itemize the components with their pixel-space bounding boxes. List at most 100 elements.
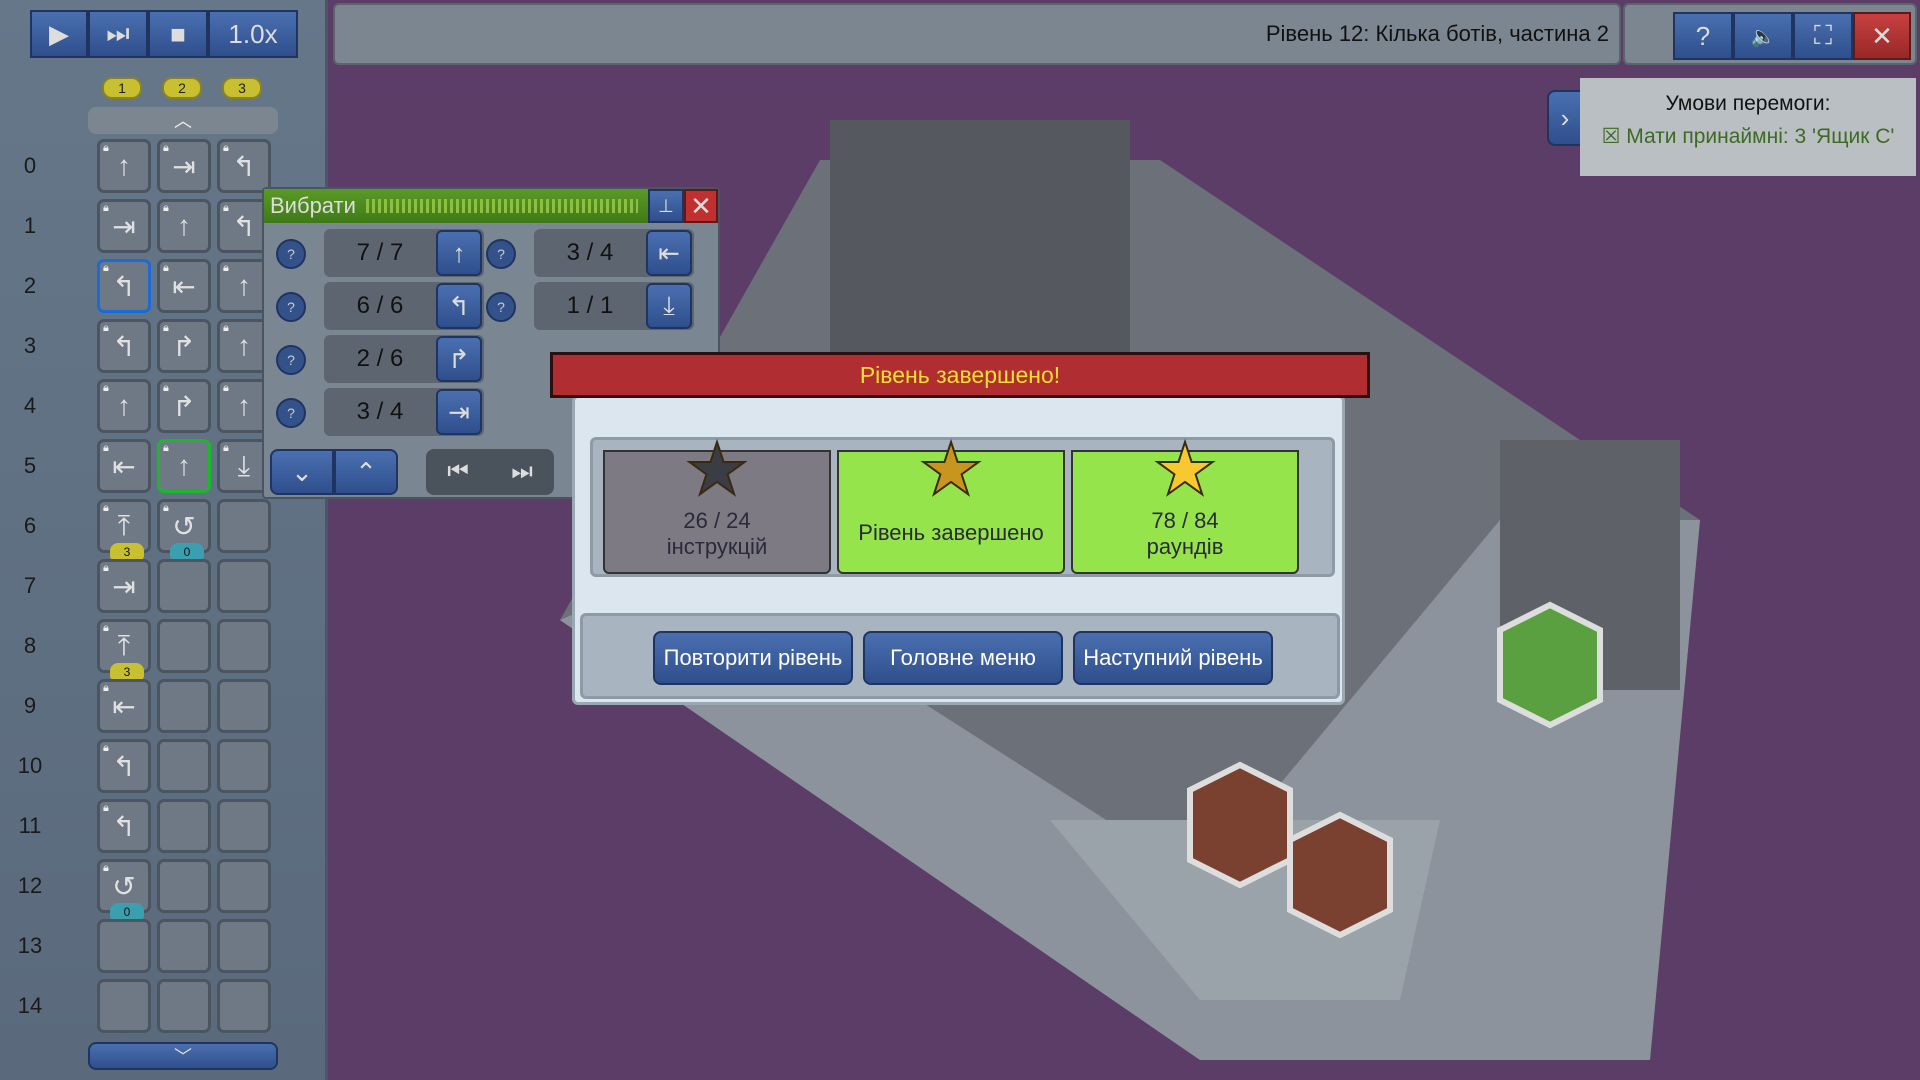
- empty-cell[interactable]: [157, 739, 211, 793]
- instruction-cell[interactable]: 🔒︎⇥: [157, 139, 211, 193]
- speed-button[interactable]: 1.0x: [208, 10, 298, 58]
- help-button[interactable]: ?: [276, 345, 306, 375]
- help-button[interactable]: ?: [276, 398, 306, 428]
- chevron-down-icon: ⌄: [291, 457, 313, 488]
- help-button[interactable]: ?: [486, 239, 516, 269]
- scroll-up-button[interactable]: ︿: [88, 107, 278, 134]
- instruction-option[interactable]: 3 / 4⇤: [534, 229, 694, 277]
- empty-cell[interactable]: [97, 919, 151, 973]
- instruction-cell[interactable]: 🔒︎↑: [157, 439, 211, 493]
- turn-right-icon[interactable]: ↱: [436, 336, 482, 382]
- drag-grip[interactable]: [366, 199, 638, 213]
- instruction-cell[interactable]: 🔒︎↰: [217, 139, 271, 193]
- instruction-cell[interactable]: 🔒︎⤒3: [97, 619, 151, 673]
- card-label: Рівень завершено: [858, 520, 1043, 546]
- fullscreen-button[interactable]: ⛶: [1793, 12, 1853, 60]
- instruction-option[interactable]: 2 / 6↱: [324, 335, 484, 383]
- retry-level-button[interactable]: Повторити рівень: [653, 631, 853, 685]
- page-up-button[interactable]: ⌃: [334, 449, 398, 495]
- instruction-cell[interactable]: 🔒︎⇤: [157, 259, 211, 313]
- turn-left-icon: ↰: [112, 330, 135, 363]
- instruction-cell[interactable]: 🔒︎⇤: [97, 439, 151, 493]
- instruction-cell[interactable]: 🔒︎↱: [157, 379, 211, 433]
- stop-button[interactable]: ■: [148, 10, 208, 58]
- help-button[interactable]: ?: [486, 292, 516, 322]
- instruction-cell[interactable]: 🔒︎↑: [157, 199, 211, 253]
- empty-cell[interactable]: [217, 919, 271, 973]
- empty-cell[interactable]: [217, 859, 271, 913]
- empty-cell[interactable]: [97, 979, 151, 1033]
- page-down-button[interactable]: ⌄: [270, 449, 334, 495]
- instruction-cell[interactable]: 🔒︎↺0: [157, 499, 211, 553]
- turn-right-icon: ↱: [172, 330, 195, 363]
- up-icon[interactable]: ↑: [436, 230, 482, 276]
- bot-out-icon[interactable]: ⇤: [646, 230, 692, 276]
- sound-icon: 🔈: [1751, 24, 1776, 49]
- scroll-down-button[interactable]: ﹀: [88, 1042, 278, 1070]
- selector-close-button[interactable]: ✕: [684, 189, 718, 223]
- instruction-cell[interactable]: 🔒︎↺0: [97, 859, 151, 913]
- selector-header[interactable]: Вибрати ⊥ ✕: [264, 189, 718, 223]
- instruction-cell[interactable]: 🔒︎↱: [157, 319, 211, 373]
- instruction-option[interactable]: 3 / 4⇥: [324, 388, 484, 436]
- empty-cell[interactable]: [217, 559, 271, 613]
- instruction-option[interactable]: 6 / 6↰: [324, 282, 484, 330]
- instruction-cell[interactable]: 🔒︎⇥: [97, 559, 151, 613]
- bot-tag-1[interactable]: 1: [102, 77, 142, 99]
- toggle-win-conditions-button[interactable]: ›: [1547, 90, 1583, 146]
- level-title: Рівень 12: Кілька ботів, частина 2: [1266, 21, 1609, 47]
- dialog-buttons: Повторити рівень Головне меню Наступний …: [580, 613, 1340, 699]
- drop-icon[interactable]: ⤓: [646, 283, 692, 329]
- empty-cell[interactable]: [157, 859, 211, 913]
- bot-tag-3[interactable]: 3: [222, 77, 262, 99]
- bot-tag-2[interactable]: 2: [162, 77, 202, 99]
- empty-cell[interactable]: [157, 919, 211, 973]
- instruction-cell[interactable]: 🔒︎⇥: [97, 199, 151, 253]
- empty-cell[interactable]: [157, 799, 211, 853]
- lock-icon: 🔒︎: [163, 442, 169, 455]
- instruction-cell[interactable]: 🔒︎↰: [97, 319, 151, 373]
- lock-icon: 🔒︎: [103, 442, 109, 455]
- instruction-cell[interactable]: 🔒︎↑: [97, 139, 151, 193]
- last-page-button[interactable]: ⏭: [490, 449, 554, 495]
- step-button[interactable]: ⏭: [88, 10, 148, 58]
- empty-cell[interactable]: [157, 679, 211, 733]
- instruction-cell[interactable]: 🔒︎↰: [97, 259, 151, 313]
- lock-icon: 🔒︎: [223, 382, 229, 395]
- next-level-button[interactable]: Наступний рівень: [1073, 631, 1273, 685]
- help-button[interactable]: ?: [276, 239, 306, 269]
- empty-cell[interactable]: [157, 559, 211, 613]
- instruction-option[interactable]: 7 / 7↑: [324, 229, 484, 277]
- empty-cell[interactable]: [157, 619, 211, 673]
- main-menu-button[interactable]: Головне меню: [863, 631, 1063, 685]
- instruction-cell[interactable]: 🔒︎⇤: [97, 679, 151, 733]
- help-button[interactable]: ?: [1673, 12, 1733, 60]
- row-label: 2: [10, 273, 50, 299]
- instruction-cell[interactable]: 🔒︎⤒3: [97, 499, 151, 553]
- bot-in-icon[interactable]: ⇥: [436, 389, 482, 435]
- empty-cell[interactable]: [217, 619, 271, 673]
- turn-left-icon[interactable]: ↰: [436, 283, 482, 329]
- empty-cell[interactable]: [217, 679, 271, 733]
- play-button[interactable]: ▶: [30, 10, 88, 58]
- turn-left-icon: ↰: [112, 810, 135, 843]
- empty-cell[interactable]: [217, 499, 271, 553]
- close-button[interactable]: ✕: [1853, 12, 1911, 60]
- up-icon: ↑: [237, 270, 251, 302]
- up-icon: ↑: [117, 390, 131, 422]
- chevron-down-icon: ﹀: [174, 1043, 192, 1069]
- help-button[interactable]: ?: [276, 292, 306, 322]
- instruction-cell[interactable]: 🔒︎↰: [97, 739, 151, 793]
- empty-cell[interactable]: [217, 799, 271, 853]
- pin-button[interactable]: ⊥: [648, 189, 684, 223]
- instruction-cell[interactable]: 🔒︎↰: [97, 799, 151, 853]
- empty-cell[interactable]: [217, 979, 271, 1033]
- sound-button[interactable]: 🔈: [1733, 12, 1793, 60]
- empty-cell[interactable]: [157, 979, 211, 1033]
- empty-cell[interactable]: [217, 739, 271, 793]
- instruction-cell[interactable]: 🔒︎↑: [97, 379, 151, 433]
- bot-in-icon: ⇥: [112, 210, 135, 243]
- row-label: 6: [10, 513, 50, 539]
- first-page-button[interactable]: ⏮: [426, 449, 490, 495]
- instruction-option[interactable]: 1 / 1⤓: [534, 282, 694, 330]
